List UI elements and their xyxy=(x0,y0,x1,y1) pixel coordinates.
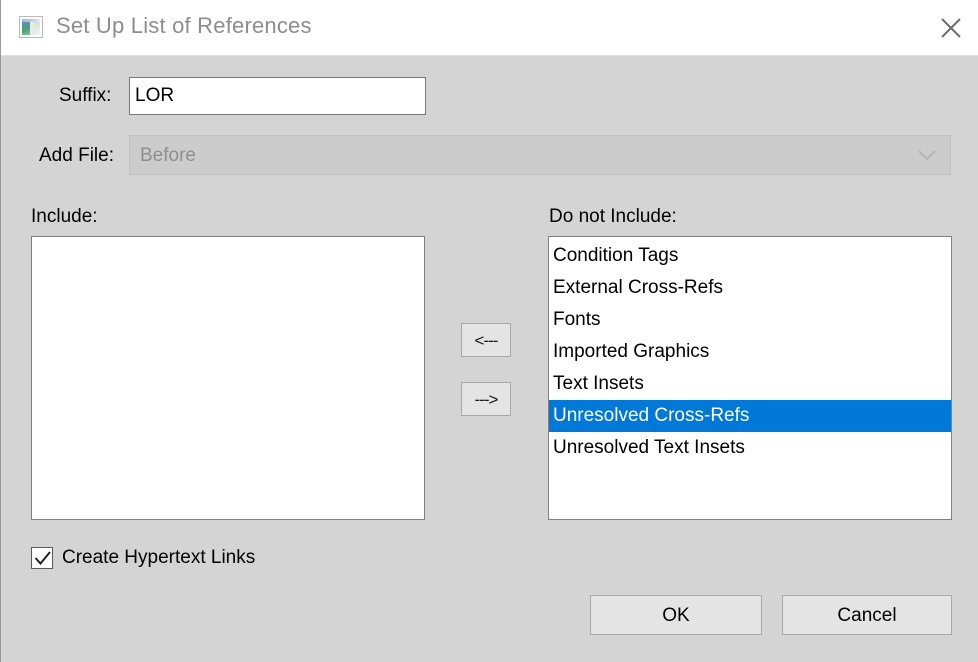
create-hypertext-links-checkbox[interactable]: Create Hypertext Links xyxy=(31,545,255,571)
do-not-include-label: Do not Include: xyxy=(549,206,677,227)
checkmark-icon xyxy=(34,551,51,565)
do-not-include-listbox[interactable]: Condition Tags External Cross-Refs Fonts Im… xyxy=(548,236,952,520)
checkbox-label: Create Hypertext Links xyxy=(62,547,256,568)
do-not-include-item[interactable]: Unresolved Cross-Refs xyxy=(549,400,951,432)
add-file-dropdown[interactable]: Before xyxy=(129,135,951,175)
cancel-button[interactable]: Cancel xyxy=(782,595,952,635)
do-not-include-item[interactable]: Text Insets xyxy=(549,368,951,400)
move-to-exclude-button[interactable]: ---> xyxy=(461,382,511,416)
do-not-include-item[interactable]: Condition Tags xyxy=(549,240,951,272)
chevron-down-icon xyxy=(918,150,936,161)
window-title: Set Up List of References xyxy=(56,13,312,38)
add-file-label: Add File: xyxy=(39,145,114,166)
set-up-list-of-references-dialog: Set Up List of References Suffix: Add Fi… xyxy=(0,0,978,662)
include-listbox[interactable] xyxy=(31,236,425,520)
include-label: Include: xyxy=(31,206,98,227)
close-icon[interactable] xyxy=(923,0,978,54)
document-window-icon xyxy=(19,16,43,38)
do-not-include-item[interactable]: Imported Graphics xyxy=(549,336,951,368)
do-not-include-item[interactable]: Fonts xyxy=(549,304,951,336)
do-not-include-item[interactable]: Unresolved Text Insets xyxy=(549,432,951,464)
titlebar: Set Up List of References xyxy=(1,0,978,56)
ok-button[interactable]: OK xyxy=(590,595,762,635)
checkbox-box[interactable] xyxy=(31,547,53,569)
do-not-include-item[interactable]: External Cross-Refs xyxy=(549,272,951,304)
suffix-input[interactable] xyxy=(129,77,426,115)
move-to-include-button[interactable]: <--- xyxy=(461,323,511,357)
suffix-label: Suffix: xyxy=(59,85,112,106)
add-file-value: Before xyxy=(140,145,196,166)
